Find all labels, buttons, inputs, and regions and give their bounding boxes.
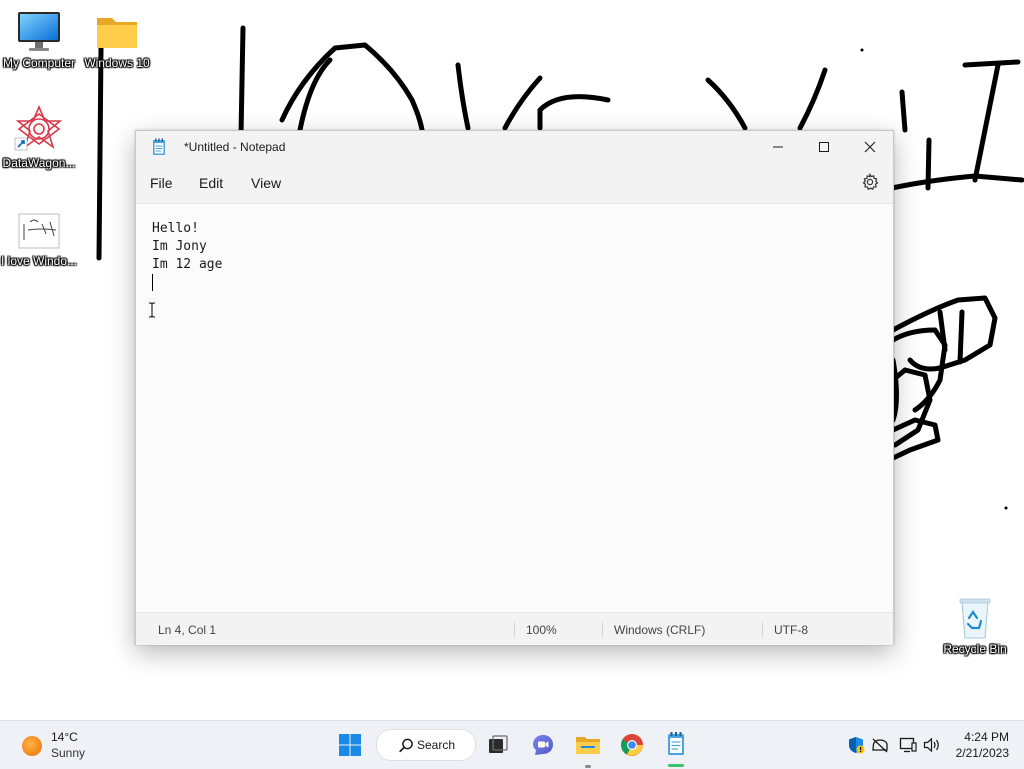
menu-view[interactable]: View	[251, 175, 281, 191]
network-icon[interactable]	[871, 737, 889, 753]
minimize-button[interactable]	[755, 131, 801, 163]
search-label: Search	[417, 738, 456, 752]
notepad-icon	[153, 138, 165, 155]
image-file-icon	[18, 213, 60, 249]
task-view-icon[interactable]	[487, 734, 509, 756]
volume-icon[interactable]	[923, 737, 941, 753]
mandala-shortcut-icon	[14, 104, 63, 151]
monitor-icon	[18, 12, 60, 51]
text-caret	[152, 274, 153, 291]
maximize-icon	[819, 142, 829, 152]
text-line: Im Jony	[152, 239, 207, 254]
recycle-bin-icon	[959, 598, 991, 639]
weather-condition: Sunny	[51, 746, 86, 760]
desktop-icon-datawagon[interactable]: DataWagon...	[0, 104, 78, 170]
desktop-icon-windows-10[interactable]: Windows 10	[78, 10, 156, 70]
taskbar: 14°C Sunny Search 4:24 PM 2/21/2023	[0, 720, 1024, 769]
settings-gear-icon[interactable]	[861, 173, 879, 191]
desktop-icon-label: I love Windo...	[0, 254, 78, 268]
menu-edit[interactable]: Edit	[199, 175, 223, 191]
file-explorer-icon[interactable]	[575, 733, 601, 757]
notepad-window[interactable]: *Untitled - Notepad File Edit View Hello…	[135, 130, 894, 645]
notepad-icon[interactable]	[666, 731, 686, 757]
text-editor[interactable]: Hello! Im Jony Im 12 age	[136, 203, 893, 612]
minimize-icon	[773, 146, 783, 148]
cursor-position: Ln 4, Col 1	[158, 623, 217, 637]
folder-icon	[97, 18, 137, 48]
menu-bar: File Edit View	[136, 165, 893, 201]
start-icon[interactable]	[338, 733, 362, 757]
chat-icon[interactable]	[531, 733, 555, 757]
text-line: Im 12 age	[152, 257, 223, 272]
desktop-icon-i-love-windows[interactable]: I love Windo...	[0, 212, 78, 268]
title-bar[interactable]: *Untitled - Notepad	[136, 131, 893, 163]
status-bar: Ln 4, Col 1 100% Windows (CRLF) UTF-8	[136, 612, 893, 645]
taskbar-search[interactable]: Search	[376, 729, 476, 761]
desktop-icon-label: My Computer	[2, 56, 76, 70]
encoding: UTF-8	[774, 623, 808, 637]
sun-icon	[22, 736, 42, 756]
desktop-icon-label: Windows 10	[84, 56, 150, 70]
defender-shield-icon[interactable]	[847, 736, 865, 754]
status-divider	[762, 622, 763, 637]
status-divider	[602, 622, 603, 637]
desktop-icon-my-computer[interactable]: My Computer	[0, 10, 78, 70]
maximize-button[interactable]	[801, 131, 847, 163]
clock-date: 2/21/2023	[955, 746, 1009, 760]
search-icon	[399, 738, 413, 753]
line-ending: Windows (CRLF)	[614, 623, 706, 637]
display-icon[interactable]	[899, 737, 917, 753]
app-active-indicator	[668, 764, 684, 767]
window-title: *Untitled - Notepad	[184, 140, 286, 154]
status-divider	[514, 622, 515, 637]
desktop-icon-label: Recycle Bin	[943, 642, 1007, 656]
close-button[interactable]	[847, 131, 893, 163]
ibeam-cursor-icon	[149, 302, 155, 318]
desktop-icon-recycle-bin[interactable]: Recycle Bin	[936, 596, 1014, 656]
close-icon	[864, 141, 876, 153]
weather-temperature: 14°C	[51, 730, 78, 744]
clock-time: 4:24 PM	[964, 730, 1009, 744]
zoom-level: 100%	[526, 623, 557, 637]
text-line: Hello!	[152, 221, 199, 236]
menu-file[interactable]: File	[150, 175, 173, 191]
editor-content: Hello! Im Jony Im 12 age	[152, 220, 222, 274]
desktop-icon-label: DataWagon...	[2, 156, 76, 170]
chrome-icon[interactable]	[620, 733, 644, 757]
